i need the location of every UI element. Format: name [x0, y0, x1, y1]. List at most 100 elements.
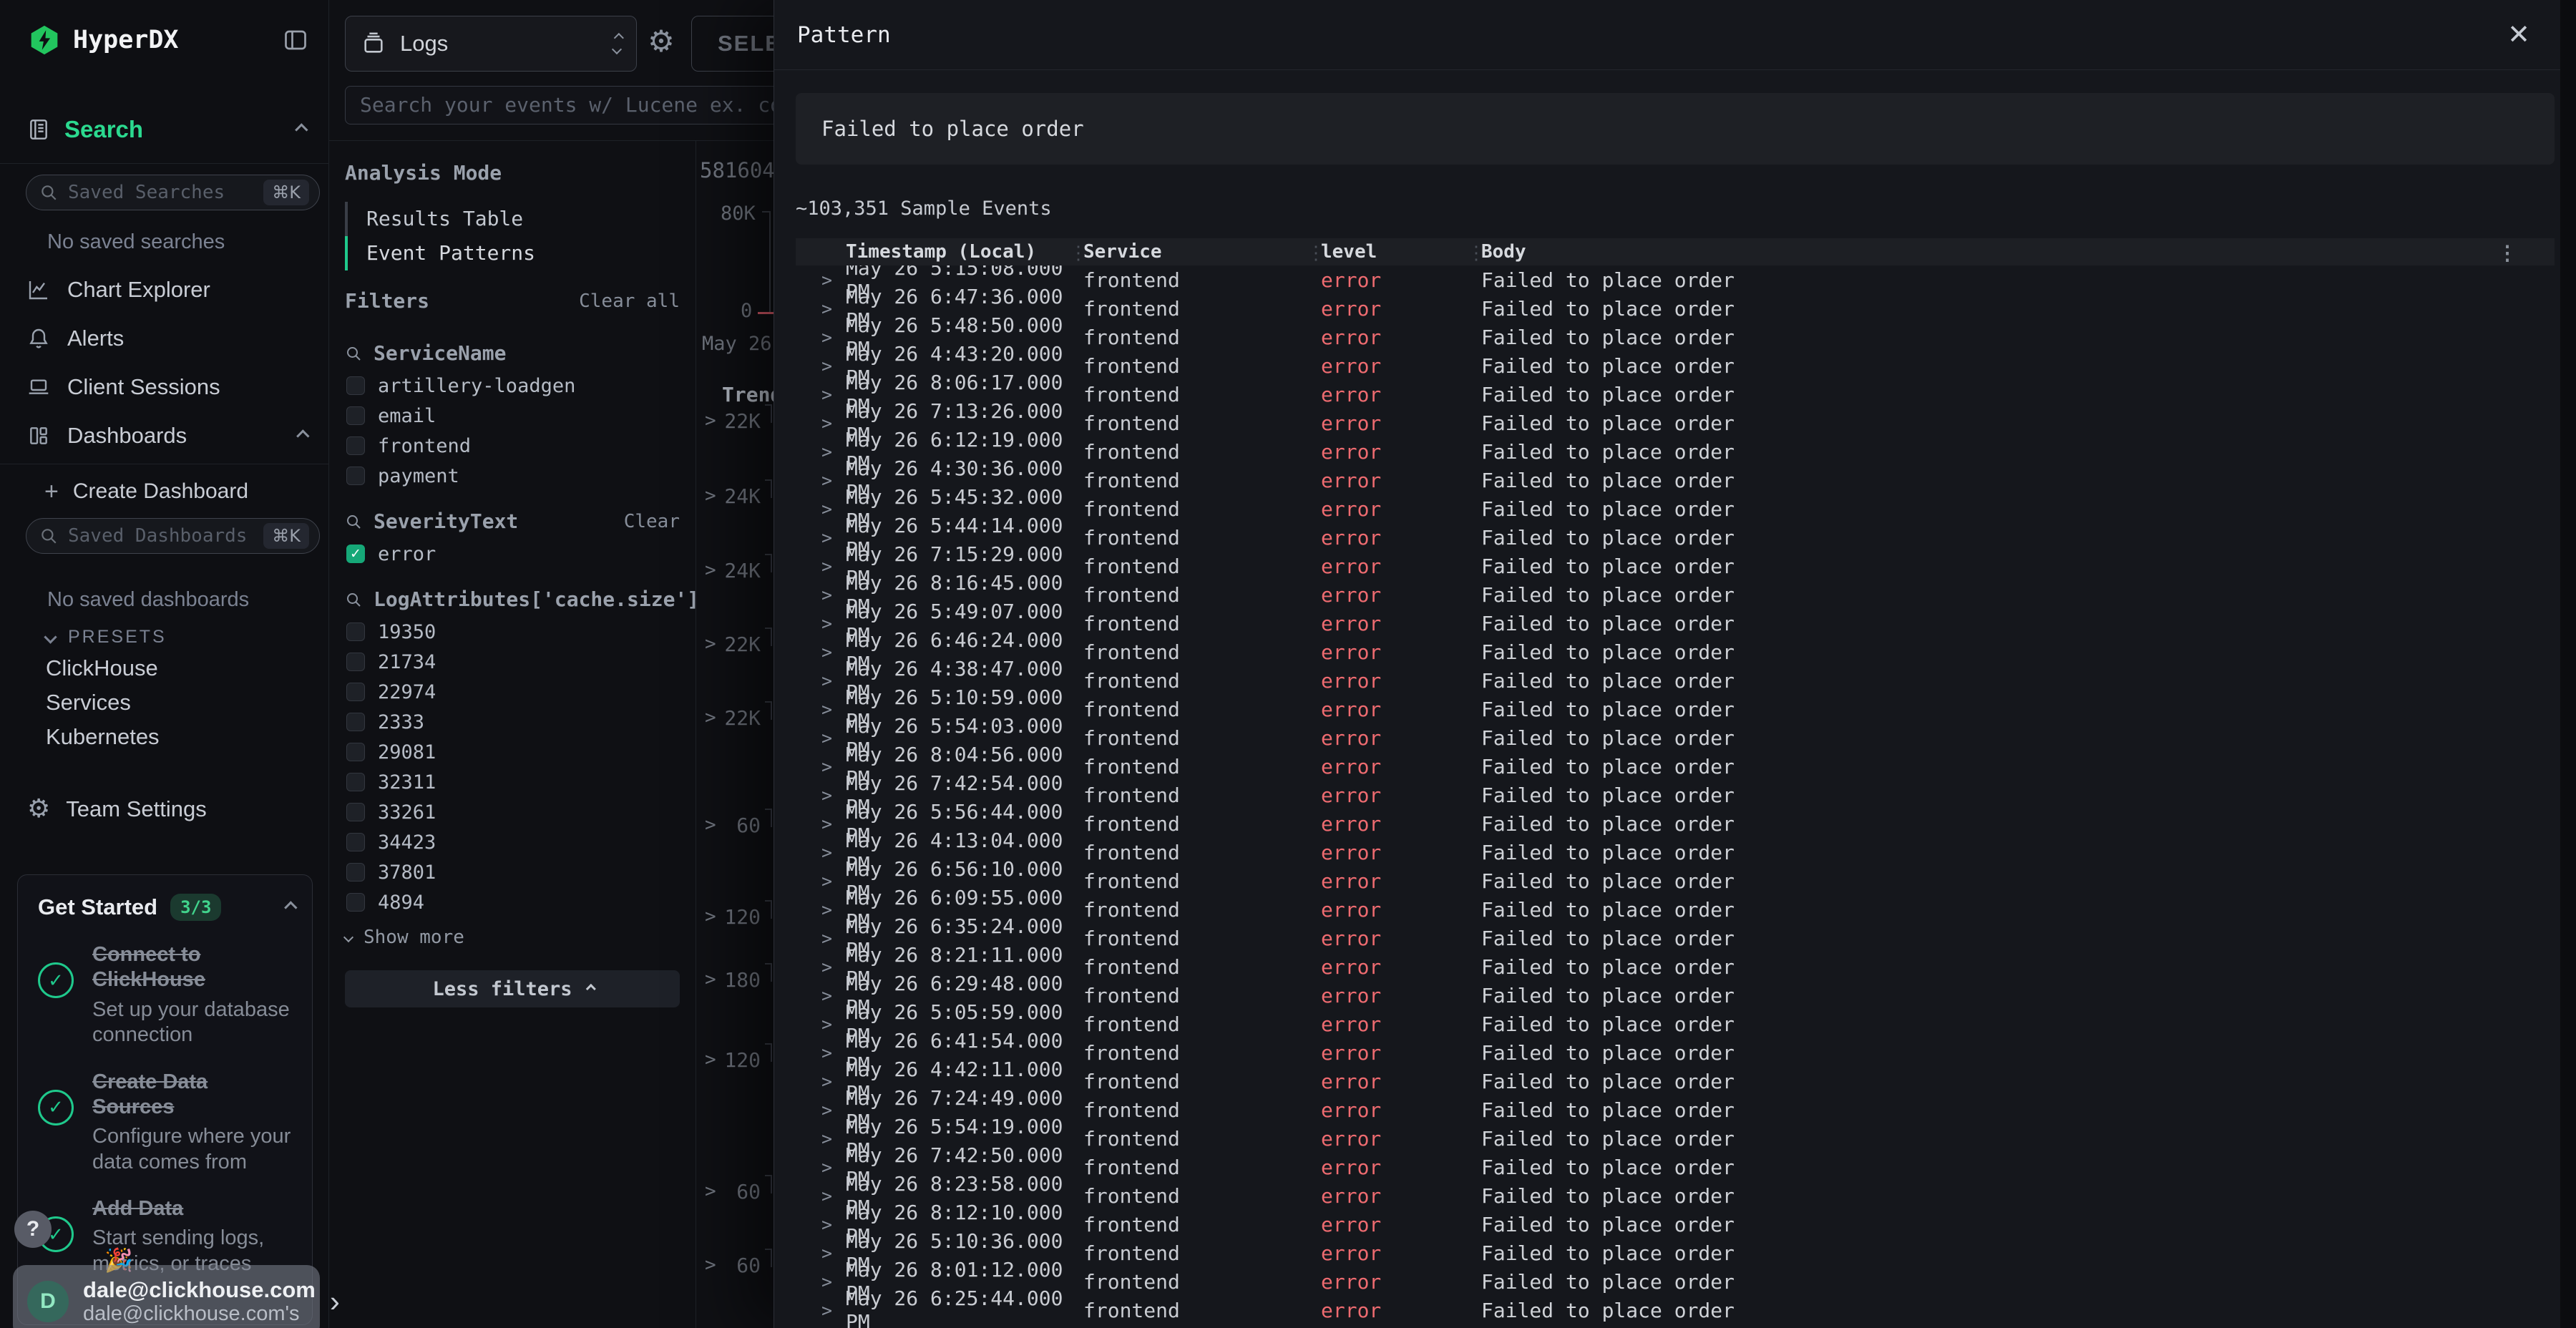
chevron-up-icon[interactable] — [295, 123, 308, 136]
row-expand-chevron[interactable]: > — [796, 413, 841, 434]
row-expand-chevron[interactable]: > — [796, 1043, 841, 1063]
scrollbar[interactable] — [2560, 0, 2576, 1328]
sidebar-section-search[interactable]: Search — [27, 113, 304, 146]
filter-option[interactable]: email — [345, 401, 680, 431]
less-filters-button[interactable]: Less filters — [345, 970, 680, 1007]
preset-kubernetes[interactable]: Kubernetes — [46, 721, 160, 753]
filter-option[interactable]: payment — [345, 461, 680, 491]
pattern-row-partial[interactable]: > 60 — [696, 1250, 774, 1280]
row-expand-chevron[interactable]: > — [796, 728, 841, 748]
filter-option[interactable]: 29081 — [345, 737, 680, 767]
checkbox[interactable] — [346, 773, 365, 791]
row-expand-chevron[interactable]: > — [796, 1014, 841, 1035]
filter-option[interactable]: 4894 — [345, 887, 680, 917]
sidebar-item-dashboards[interactable]: Dashboards — [27, 419, 306, 452]
preset-services[interactable]: Services — [46, 687, 131, 718]
row-expand-chevron[interactable]: > — [796, 957, 841, 977]
row-expand-chevron[interactable]: > — [796, 985, 841, 1006]
user-menu[interactable]: D dale@clickhouse.com dale@clickhouse.co… — [13, 1265, 320, 1328]
filter-option[interactable]: 21734 — [345, 647, 680, 677]
team-settings-button[interactable]: ⚙ Team Settings — [27, 793, 207, 826]
filter-option[interactable]: 2333 — [345, 707, 680, 737]
row-expand-chevron[interactable]: > — [796, 441, 841, 462]
sidebar-item-client-sessions[interactable]: Client Sessions — [27, 371, 306, 404]
filter-option[interactable]: 33261 — [345, 797, 680, 827]
filter-option[interactable]: 34423 — [345, 827, 680, 857]
checkbox[interactable] — [346, 683, 365, 701]
pattern-row-partial[interactable]: > 60 — [696, 810, 774, 840]
pattern-row-partial[interactable]: > 120 — [696, 902, 774, 932]
help-button[interactable]: ? — [14, 1211, 52, 1248]
row-expand-chevron[interactable]: > — [796, 499, 841, 519]
clear-link[interactable]: Clear — [624, 511, 680, 532]
show-more-link[interactable]: Show more — [345, 923, 680, 952]
row-expand-chevron[interactable]: > — [796, 699, 841, 720]
row-expand-chevron[interactable]: > — [796, 1271, 841, 1292]
clear-all-link[interactable]: Clear all — [579, 290, 680, 312]
row-expand-chevron[interactable]: > — [796, 298, 841, 319]
row-expand-chevron[interactable]: > — [796, 384, 841, 405]
row-expand-chevron[interactable]: > — [796, 270, 841, 290]
row-expand-chevron[interactable]: > — [796, 871, 841, 892]
checkbox-checked[interactable]: ✓ — [346, 545, 365, 563]
presets-toggle[interactable]: PRESETS — [46, 624, 167, 650]
row-expand-chevron[interactable]: > — [796, 814, 841, 834]
search-icon[interactable] — [345, 591, 362, 608]
preset-clickhouse[interactable]: ClickHouse — [46, 653, 158, 684]
source-settings-button[interactable]: ⚙ — [645, 26, 677, 57]
get-started-step[interactable]: ✓ Create Data Sources Configure where yo… — [18, 1048, 312, 1176]
checkbox[interactable] — [346, 376, 365, 395]
checkbox[interactable] — [346, 436, 365, 455]
pattern-row-partial[interactable]: > 24K — [696, 555, 774, 585]
pattern-row-partial[interactable]: > 180 — [696, 965, 774, 995]
sidebar-collapse-icon[interactable] — [283, 27, 308, 53]
checkbox[interactable] — [346, 833, 365, 851]
mode-results-table[interactable]: Results Table — [345, 202, 680, 236]
get-started-step[interactable]: ✓ Add Data Start sending logs, metrics, … — [18, 1175, 312, 1276]
filter-option[interactable]: frontend — [345, 431, 680, 461]
get-started-step[interactable]: ✓ Connect to ClickHouse Set up your data… — [18, 921, 312, 1048]
checkbox[interactable] — [346, 713, 365, 731]
filter-option[interactable]: 22974 — [345, 677, 680, 707]
pattern-row-partial[interactable]: > 22K — [696, 703, 774, 733]
row-expand-chevron[interactable]: > — [796, 470, 841, 491]
pattern-row-partial[interactable]: > 24K — [696, 481, 774, 511]
filter-option[interactable]: artillery-loadgen — [345, 371, 680, 401]
chevron-up-icon[interactable] — [284, 901, 297, 914]
row-expand-chevron[interactable]: > — [796, 1214, 841, 1235]
mode-event-patterns[interactable]: Event Patterns — [345, 236, 680, 270]
pattern-row-partial[interactable]: > 60 — [696, 1176, 774, 1206]
row-expand-chevron[interactable]: > — [796, 642, 841, 663]
row-expand-chevron[interactable]: > — [796, 356, 841, 376]
row-expand-chevron[interactable]: > — [796, 899, 841, 920]
row-expand-chevron[interactable]: > — [796, 527, 841, 548]
filter-option[interactable]: 32311 — [345, 767, 680, 797]
row-expand-chevron[interactable]: > — [796, 1243, 841, 1264]
row-expand-chevron[interactable]: > — [796, 1186, 841, 1206]
chevron-up-icon[interactable] — [296, 429, 309, 442]
checkbox[interactable] — [346, 406, 365, 425]
row-expand-chevron[interactable]: > — [796, 1157, 841, 1178]
checkbox[interactable] — [346, 653, 365, 671]
row-expand-chevron[interactable]: > — [796, 670, 841, 691]
checkbox[interactable] — [346, 622, 365, 641]
row-expand-chevron[interactable]: > — [796, 842, 841, 863]
checkbox[interactable] — [346, 467, 365, 485]
row-expand-chevron[interactable]: > — [796, 1100, 841, 1120]
sidebar-item-chart-explorer[interactable]: Chart Explorer — [27, 273, 306, 306]
row-expand-chevron[interactable]: > — [796, 756, 841, 777]
saved-dashboards-input[interactable]: Saved Dashboards ⌘K — [26, 518, 320, 554]
row-expand-chevron[interactable]: > — [796, 1128, 841, 1149]
row-expand-chevron[interactable]: > — [796, 928, 841, 949]
saved-searches-input[interactable]: Saved Searches ⌘K — [26, 175, 320, 210]
row-expand-chevron[interactable]: > — [796, 556, 841, 577]
close-icon[interactable]: ✕ — [2507, 21, 2530, 49]
filter-option-error[interactable]: ✓ error — [345, 539, 680, 569]
row-expand-chevron[interactable]: > — [796, 327, 841, 348]
filter-option[interactable]: 19350 — [345, 617, 680, 647]
table-menu-icon[interactable]: ⋮ — [2497, 241, 2517, 265]
filter-option[interactable]: 37801 — [345, 857, 680, 887]
pattern-row-partial[interactable]: > 120 — [696, 1045, 774, 1075]
row-expand-chevron[interactable]: > — [796, 1300, 841, 1321]
sidebar-item-alerts[interactable]: Alerts — [27, 322, 306, 355]
